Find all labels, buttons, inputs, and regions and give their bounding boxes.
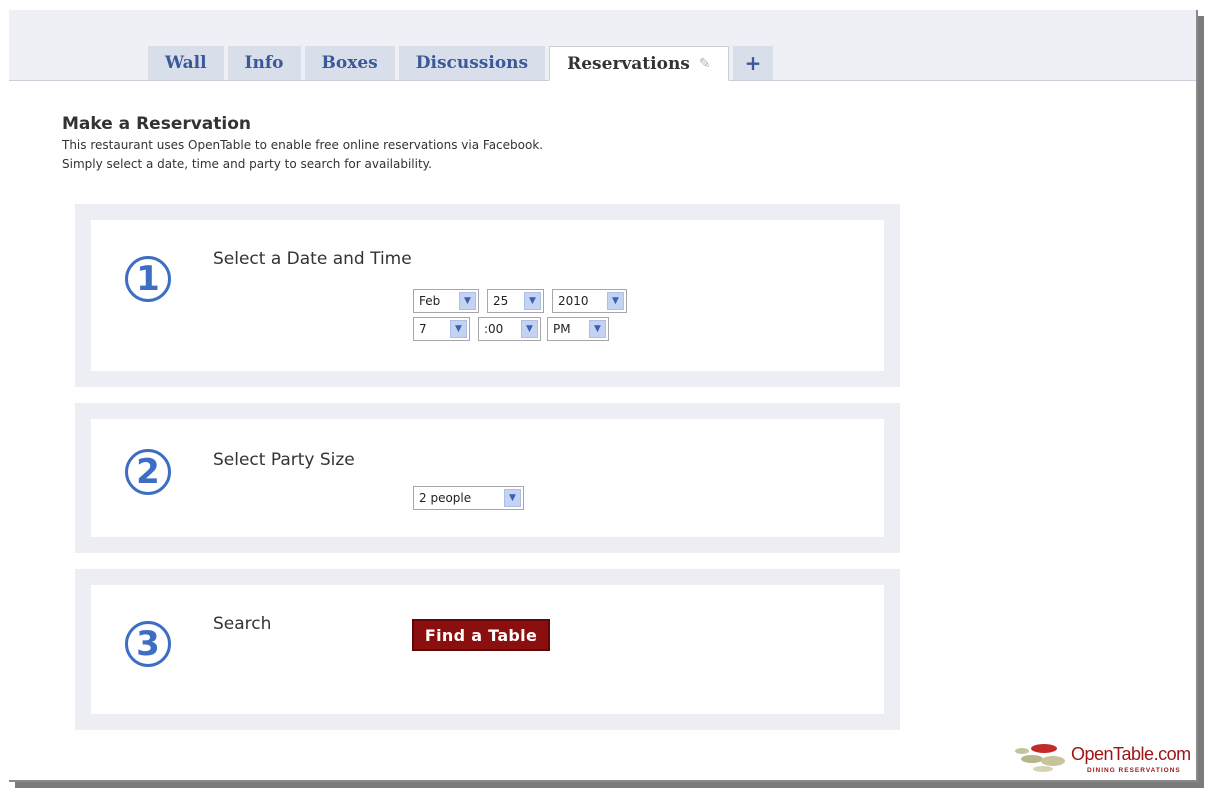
app-window: Wall Info Boxes Discussions Reservations… [9, 10, 1198, 782]
party-size-select[interactable]: 2 people ▼ [413, 486, 524, 510]
step-title: Select a Date and Time [213, 249, 412, 269]
day-select[interactable]: 25 ▼ [487, 289, 544, 313]
tabs: Wall Info Boxes Discussions Reservations… [148, 46, 777, 81]
page-title: Make a Reservation [62, 114, 252, 134]
logo-tagline: DINING RESERVATIONS [1087, 767, 1181, 774]
plus-icon: + [744, 51, 762, 75]
chevron-down-icon: ▼ [450, 320, 467, 338]
logo-suffix: .com [1153, 744, 1192, 764]
tab-label: Wall [165, 53, 207, 73]
chevron-down-icon: ▼ [459, 292, 476, 310]
chevron-down-icon: ▼ [524, 292, 541, 310]
step-number-1-icon: 1 [125, 256, 171, 302]
ampm-value: PM [553, 322, 571, 336]
description-line: Simply select a date, time and party to … [62, 157, 432, 171]
step-number-3-icon: 3 [125, 621, 171, 667]
pencil-icon[interactable]: ✎ [699, 46, 711, 82]
tab-label: Reservations [567, 53, 690, 74]
step-panel-content: 3 Search Find a Table [91, 585, 884, 714]
day-value: 25 [493, 294, 509, 308]
tab-label: Discussions [415, 53, 529, 73]
opentable-logo[interactable]: OpenTable.com DINING RESERVATIONS [1015, 742, 1195, 778]
step-panel-content: 1 Select a Date and Time Feb ▼ 25 ▼ 2010… [91, 220, 884, 371]
tab-boxes[interactable]: Boxes [304, 46, 395, 80]
step-number-2-icon: 2 [125, 449, 171, 495]
logo-wordmark: OpenTable.com [1071, 744, 1191, 765]
step-panel-party-size: 2 Select Party Size 2 people ▼ [75, 403, 900, 553]
step-panel-content: 2 Select Party Size 2 people ▼ [91, 419, 884, 537]
tab-bar: Wall Info Boxes Discussions Reservations… [9, 10, 1198, 81]
step-panel-date-time: 1 Select a Date and Time Feb ▼ 25 ▼ 2010… [75, 204, 900, 387]
description-line: This restaurant uses OpenTable to enable… [62, 138, 544, 152]
chevron-down-icon: ▼ [521, 320, 538, 338]
month-value: Feb [419, 294, 441, 308]
minute-select[interactable]: :00 ▼ [478, 317, 541, 341]
tab-label: Info [244, 53, 284, 73]
add-tab-button[interactable]: + [732, 46, 774, 80]
logo-name: OpenTable [1071, 744, 1154, 764]
minute-value: :00 [484, 322, 504, 336]
step-panel-search: 3 Search Find a Table [75, 569, 900, 730]
logo-dots-icon [1015, 744, 1065, 774]
year-value: 2010 [558, 294, 589, 308]
chevron-down-icon: ▼ [589, 320, 606, 338]
year-select[interactable]: 2010 ▼ [552, 289, 627, 313]
hour-select[interactable]: 7 ▼ [413, 317, 470, 341]
hour-value: 7 [419, 322, 427, 336]
tab-label: Boxes [321, 53, 378, 73]
chevron-down-icon: ▼ [607, 292, 624, 310]
tab-discussions[interactable]: Discussions [398, 46, 546, 80]
party-size-value: 2 people [419, 491, 472, 505]
tab-reservations[interactable]: Reservations ✎ [549, 46, 729, 81]
ampm-select[interactable]: PM ▼ [547, 317, 609, 341]
month-select[interactable]: Feb ▼ [413, 289, 479, 313]
step-title: Search [213, 614, 272, 634]
chevron-down-icon: ▼ [504, 489, 521, 507]
tab-info[interactable]: Info [227, 46, 301, 80]
step-title: Select Party Size [213, 450, 355, 470]
tab-wall[interactable]: Wall [148, 46, 224, 80]
find-table-button[interactable]: Find a Table [412, 619, 550, 651]
